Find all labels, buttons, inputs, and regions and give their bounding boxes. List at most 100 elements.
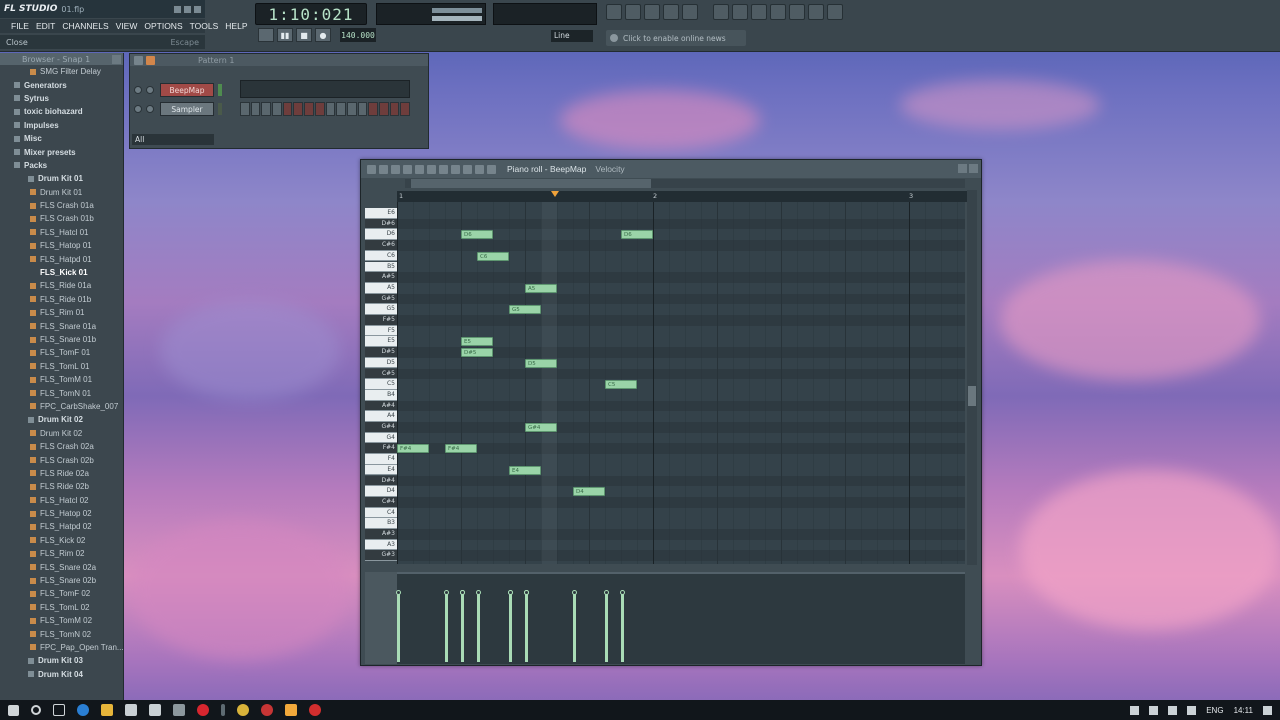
step-button[interactable] (293, 102, 304, 116)
piano-key[interactable]: C5 (365, 379, 397, 390)
plugin-icon[interactable] (789, 4, 805, 20)
browser-item[interactable]: SMG Filter Delay (0, 65, 123, 78)
velocity-bar[interactable] (605, 592, 608, 662)
browser-item[interactable]: FLS_TomF 02 (0, 587, 123, 600)
volume-knob[interactable] (146, 86, 154, 94)
piano-key[interactable]: D#5 (365, 347, 397, 358)
piano-key[interactable]: D#4 (365, 475, 397, 487)
browser-item[interactable]: FLS_TomN 01 (0, 386, 123, 399)
piano-key[interactable]: A3 (365, 539, 397, 551)
pan-knob[interactable] (134, 105, 142, 113)
maximize-icon[interactable] (183, 4, 192, 14)
stamp-icon[interactable] (391, 164, 400, 174)
velocity-bar[interactable] (621, 592, 624, 662)
channel-filter[interactable]: All (132, 134, 214, 145)
channel-rack-icon[interactable] (644, 4, 660, 20)
browser-item[interactable]: FLS_TomL 02 (0, 601, 123, 614)
step-button[interactable] (378, 102, 389, 116)
app-icon[interactable] (173, 704, 185, 716)
tools-icon[interactable] (770, 4, 786, 20)
menu-view[interactable]: VIEW (113, 21, 141, 31)
browser-item[interactable]: toxic biohazard (0, 105, 123, 118)
browser-item[interactable]: FLS Ride 02b (0, 480, 123, 493)
fl-studio-icon[interactable] (285, 704, 297, 716)
browser-item[interactable]: FLS Crash 02b (0, 453, 123, 466)
browser-item[interactable]: FLS_Kick 01 (0, 266, 123, 279)
pan-knob[interactable] (134, 86, 142, 94)
browser-item[interactable]: FLS_Rim 02 (0, 547, 123, 560)
velocity-handle[interactable] (572, 590, 577, 595)
velocity-handle[interactable] (460, 590, 465, 595)
piano-key[interactable]: C#5 (365, 368, 397, 380)
mail-icon[interactable] (149, 704, 161, 716)
step-button[interactable] (250, 102, 261, 116)
piano-key[interactable]: D6 (365, 229, 397, 241)
browser-item[interactable]: Impulses (0, 119, 123, 132)
channel-button[interactable]: BeepMap (160, 83, 214, 97)
channel-button[interactable]: Sampler (160, 102, 214, 116)
velocity-bar[interactable] (397, 592, 400, 662)
task-view-icon[interactable] (53, 704, 65, 716)
browser-item[interactable]: Drum Kit 02 (0, 413, 123, 426)
piano-key[interactable]: A#3 (365, 529, 397, 540)
detach-icon[interactable] (958, 164, 967, 173)
browser-item[interactable]: FLS_Ride 01a (0, 279, 123, 292)
step-button[interactable] (400, 102, 410, 116)
browser-item[interactable]: Drum Kit 03 (0, 654, 123, 667)
battery-icon[interactable] (1168, 705, 1178, 715)
minimize-icon[interactable] (173, 4, 182, 14)
browser-item[interactable]: FLS_Rim 01 (0, 306, 123, 319)
note[interactable]: D6 (461, 230, 493, 240)
volume-knob[interactable] (146, 105, 154, 113)
browser-item[interactable]: Mixer presets (0, 145, 123, 158)
save-icon[interactable] (808, 4, 824, 20)
pencil-icon[interactable] (146, 55, 155, 65)
piano-key[interactable]: F5 (365, 325, 397, 337)
piano-key[interactable]: C#4 (365, 496, 397, 508)
step-button[interactable] (314, 102, 325, 116)
browser-item[interactable]: FLS_Snare 01b (0, 333, 123, 346)
volume-icon[interactable] (1187, 705, 1197, 715)
notification-icon[interactable] (1263, 705, 1272, 715)
step-button[interactable] (357, 102, 368, 116)
close-icon[interactable] (112, 54, 121, 64)
piano-roll-preview[interactable] (240, 80, 410, 98)
piano-key[interactable]: G#5 (365, 293, 397, 305)
piano-roll-icon[interactable] (625, 4, 641, 20)
channel-select-led[interactable] (218, 103, 222, 115)
play-icon[interactable]: ▮▮ (277, 28, 293, 42)
playhead-marker[interactable] (551, 191, 559, 197)
search-icon[interactable] (31, 705, 41, 715)
browser-item[interactable]: FPC_CarbShake_007 (0, 400, 123, 413)
delete-icon[interactable] (427, 164, 436, 174)
browser-item[interactable]: Drum Kit 01 (0, 186, 123, 199)
network-icon[interactable] (1149, 705, 1159, 715)
piano-key[interactable]: A#5 (365, 272, 397, 283)
piano-key[interactable]: A5 (365, 282, 397, 294)
pattern-song-toggle[interactable] (258, 28, 274, 42)
record-icon[interactable]: ● (315, 28, 331, 42)
browser-item[interactable]: FLS_Hatop 02 (0, 507, 123, 520)
browser-item[interactable]: FLS_TomF 01 (0, 346, 123, 359)
note[interactable]: A5 (525, 283, 557, 293)
piano-key[interactable]: G5 (365, 304, 397, 315)
browser-item[interactable]: Drum Kit 02 (0, 427, 123, 440)
pencil-icon[interactable] (403, 164, 412, 174)
piano-key[interactable]: C4 (365, 507, 397, 519)
step-button[interactable] (240, 102, 250, 116)
velocity-handle[interactable] (476, 590, 481, 595)
note[interactable]: E5 (461, 337, 493, 347)
step-button[interactable] (261, 102, 272, 116)
browser-item[interactable]: FLS_Hatpd 02 (0, 520, 123, 533)
piano-key[interactable]: G#4 (365, 422, 397, 433)
browser-item[interactable]: Packs (0, 159, 123, 172)
browser-item[interactable]: Drum Kit 04 (0, 668, 123, 681)
note[interactable]: C6 (477, 251, 509, 261)
browser-item[interactable]: Sytrus (0, 92, 123, 105)
piano-key[interactable]: E5 (365, 336, 397, 348)
playback-icon[interactable] (487, 164, 496, 174)
menu-channels[interactable]: CHANNELS (59, 21, 111, 31)
browser-item[interactable]: FLS_TomM 02 (0, 614, 123, 627)
step-button[interactable] (304, 102, 314, 116)
note[interactable]: G#4 (525, 423, 557, 432)
